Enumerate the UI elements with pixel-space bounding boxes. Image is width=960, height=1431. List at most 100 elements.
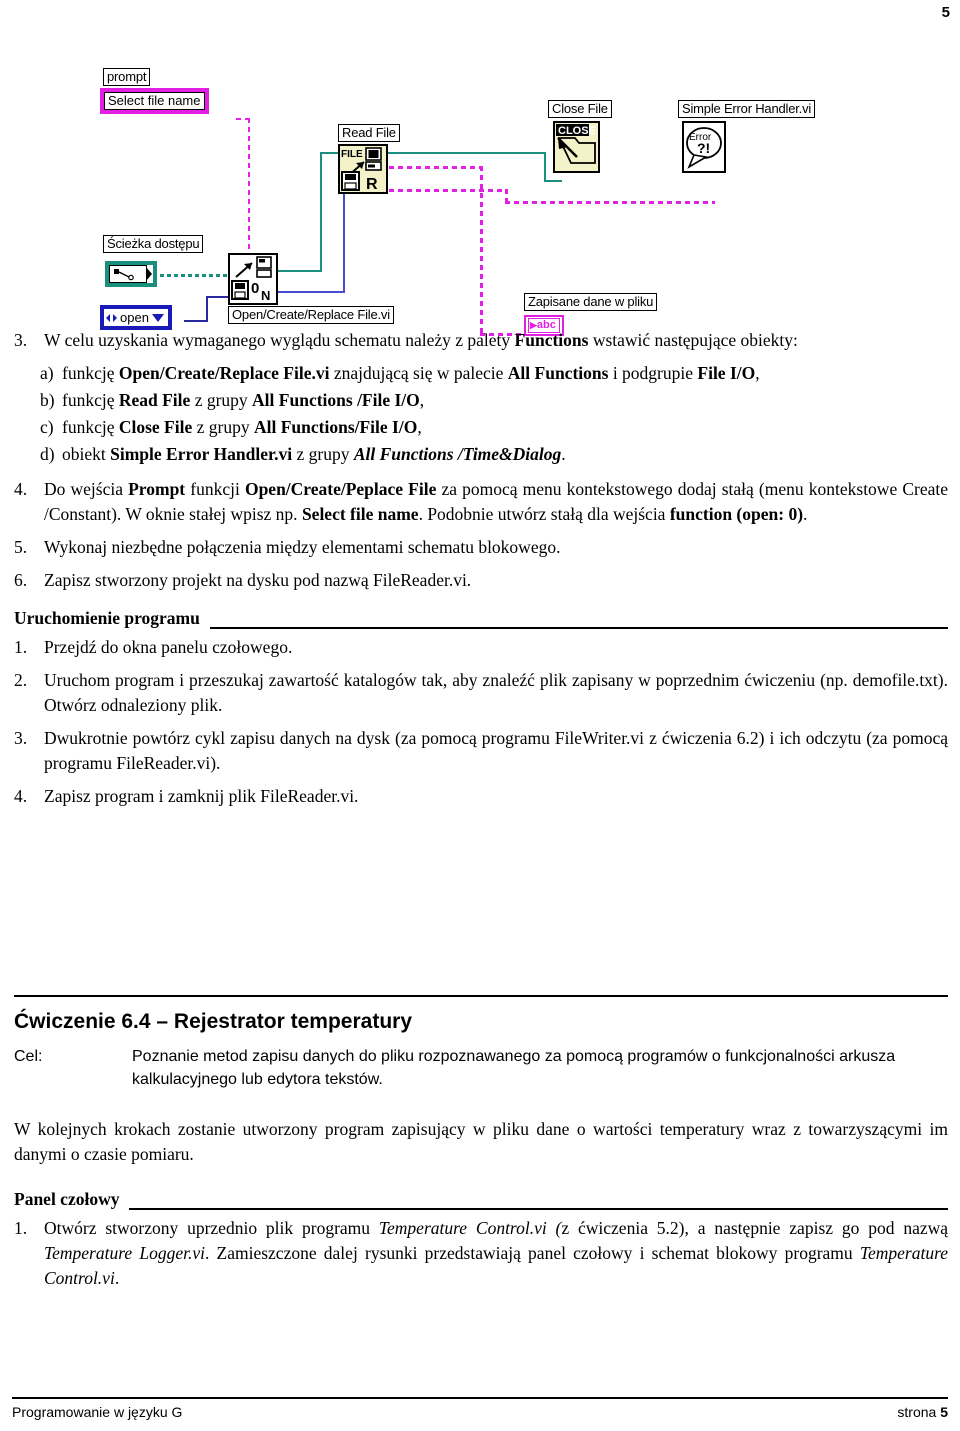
wire-error-h3 bbox=[505, 201, 715, 204]
node-close-file-vi[interactable]: CLOSE bbox=[553, 121, 600, 173]
item3d-p4: . bbox=[561, 444, 566, 464]
list-item-5: 5. Wykonaj niezbędne połączenia między e… bbox=[14, 535, 948, 560]
read-file-label-text: Read File bbox=[338, 124, 400, 142]
item4-t2: funkcji bbox=[185, 479, 245, 499]
list-item-3b-number: b) bbox=[40, 390, 55, 410]
list-item-5-number: 5. bbox=[14, 537, 28, 557]
item3c-b2: All Functions/File I/O bbox=[253, 417, 418, 437]
panel-t1: Otwórz stworzony uprzednio plik programu bbox=[44, 1218, 379, 1238]
item3-lead-a: W celu uzyskania wymaganego wyglądu sche… bbox=[44, 330, 515, 350]
list-item-5-text: Wykonaj niezbędne połączenia między elem… bbox=[44, 537, 561, 557]
item3b-b1: Read File bbox=[118, 390, 191, 410]
svg-text:FILE: FILE bbox=[341, 149, 363, 160]
section-heading-panel-text: Panel czołowy bbox=[14, 1189, 120, 1209]
section-heading-uruchomienie-rule bbox=[209, 615, 948, 629]
list-item-3-number: 3. bbox=[14, 330, 28, 350]
node-read-file-vi[interactable]: FILE R bbox=[338, 144, 388, 194]
item3b-p4: , bbox=[419, 390, 425, 410]
wire-refnum-h4 bbox=[544, 180, 562, 182]
open-enum-text: open bbox=[120, 310, 149, 325]
close-file-glyph: CLOSE bbox=[556, 124, 596, 164]
item3d-i2: All Functions /Time&Dialog bbox=[353, 444, 562, 464]
node-simple-error-handler-vi[interactable]: Error ?! bbox=[682, 121, 726, 173]
simple-error-handler-label-text: Simple Error Handler.vi bbox=[678, 100, 816, 118]
uruchomienie-item-4: 4. Zapisz program i zamknij plik FileRea… bbox=[14, 784, 948, 809]
item3d-p1: obiekt bbox=[62, 444, 111, 464]
item4-b4: function (open: 0) bbox=[669, 504, 804, 524]
footer-rule bbox=[12, 1397, 948, 1399]
list-item-3c-text: funkcję Close File z grupy All Functions… bbox=[62, 415, 948, 440]
list-item-6: 6. Zapisz stworzony projekt na dysku pod… bbox=[14, 568, 948, 593]
list-item-3d: d) obiekt Simple Error Handler.vi z grup… bbox=[40, 442, 948, 467]
wire-prompt-vertical bbox=[248, 118, 250, 270]
exercise-title: Ćwiczenie 6.4 – Rejestrator temperatury bbox=[14, 1010, 412, 1033]
exercise-top-rule bbox=[14, 995, 948, 997]
node-open-create-replace-vi[interactable]: 0 N bbox=[228, 253, 278, 305]
labview-block-diagram: prompt Select file name Ścieżka dostępu bbox=[0, 48, 960, 336]
list-item-3a: a) funkcję Open/Create/Replace File.vi z… bbox=[40, 361, 948, 386]
list-item-3b: b) funkcję Read File z grupy All Functio… bbox=[40, 388, 948, 413]
node-path-terminal[interactable] bbox=[105, 261, 157, 287]
close-file-icon: CLOSE bbox=[553, 121, 600, 173]
item3d-b1: Simple Error Handler.vi bbox=[110, 444, 293, 464]
list-item-6-number: 6. bbox=[14, 570, 28, 590]
uruchomienie-item-3-number: 3. bbox=[14, 728, 28, 748]
list-item-3c-number: c) bbox=[40, 417, 54, 437]
list-item-3c: c) funkcję Close File z grupy All Functi… bbox=[40, 415, 948, 440]
item3a-p2: znajdującą się w palecie bbox=[329, 363, 508, 383]
exercise-goal-row: Cel: Poznanie metod zapisu danych do pli… bbox=[14, 1045, 948, 1091]
panel-block: Panel czołowy 1. Otwórz stworzony uprzed… bbox=[14, 1188, 948, 1299]
footer-left-text: Programowanie w języku G bbox=[12, 1404, 183, 1420]
svg-text:N: N bbox=[261, 288, 270, 303]
section-heading-uruchomienie-text: Uruchomienie programu bbox=[14, 608, 200, 628]
item3a-p1: funkcję bbox=[62, 363, 119, 383]
list-item-4-number: 4. bbox=[14, 479, 28, 499]
svg-text:CLOSE: CLOSE bbox=[558, 125, 596, 137]
list-item-3d-text: obiekt Simple Error Handler.vi z grupy A… bbox=[62, 442, 948, 467]
panel-item-1: 1. Otwórz stworzony uprzednio plik progr… bbox=[14, 1216, 948, 1291]
section-heading-uruchomienie: Uruchomienie programu bbox=[14, 607, 948, 629]
chevron-down-icon[interactable] bbox=[151, 313, 164, 322]
select-file-name-text: Select file name bbox=[104, 92, 205, 110]
left-right-arrows-icon bbox=[106, 313, 117, 322]
wire-blue-v1 bbox=[343, 182, 345, 292]
open-create-replace-label-text: Open/Create/Replace File.vi bbox=[228, 306, 394, 324]
node-path-label: Ścieżka dostępu bbox=[103, 235, 204, 253]
item3a-p4: , bbox=[755, 363, 760, 383]
node-open-enum-constant[interactable]: open bbox=[100, 305, 172, 330]
exercise-goal-text: Poznanie metod zapisu danych do pliku ro… bbox=[132, 1048, 896, 1088]
item3b-p1: funkcję bbox=[62, 390, 119, 410]
wire-refnum-v1 bbox=[320, 152, 322, 272]
panel-t3: . Zamieszczone dalej rysunki przedstawia… bbox=[204, 1243, 860, 1263]
node-read-file-label: Read File bbox=[338, 124, 400, 142]
open-create-replace-icon: 0 N bbox=[228, 253, 278, 305]
wire-refnum-h3 bbox=[386, 152, 546, 154]
uruchomienie-item-4-text: Zapisz program i zamknij plik FileReader… bbox=[44, 786, 359, 806]
wire-open-seg-h1 bbox=[184, 320, 208, 322]
svg-text:?!: ?! bbox=[697, 140, 710, 156]
footer-right: strona 5 bbox=[897, 1404, 948, 1420]
section-heading-panel-rule bbox=[129, 1196, 948, 1210]
item3c-p2: z grupy bbox=[192, 417, 254, 437]
node-prompt-label: prompt bbox=[103, 68, 151, 86]
uruchomienie-item-2-text: Uruchom program i przeszukaj zawartość k… bbox=[44, 670, 948, 715]
uruchomienie-item-2: 2. Uruchom program i przeszukaj zawartoś… bbox=[14, 668, 948, 718]
footer-page-number: 5 bbox=[940, 1404, 948, 1420]
saved-data-label-text: Zapisane dane w pliku bbox=[524, 293, 658, 311]
prompt-label-text: prompt bbox=[103, 68, 151, 86]
item3c-p4: , bbox=[417, 417, 422, 437]
close-file-label-text: Close File bbox=[548, 100, 612, 118]
path-label-text: Ścieżka dostępu bbox=[103, 235, 204, 253]
uruchomienie-item-2-number: 2. bbox=[14, 670, 28, 690]
item3-lead-b: Functions bbox=[514, 330, 589, 350]
svg-text:R: R bbox=[366, 176, 378, 192]
uruchomienie-item-1-number: 1. bbox=[14, 637, 28, 657]
panel-item-1-number: 1. bbox=[14, 1218, 28, 1238]
list-item-4: 4. Do wejścia Prompt funkcji Open/Create… bbox=[14, 477, 948, 527]
item3b-b2: All Functions /File I/O bbox=[252, 390, 420, 410]
uruchomienie-item-3-text: Dwukrotnie powtórz cykl zapisu danych na… bbox=[44, 728, 948, 773]
node-select-file-name-constant[interactable]: Select file name bbox=[100, 88, 209, 114]
item3a-b1: Open/Create/Replace File.vi bbox=[118, 363, 330, 383]
list-item-3d-number: d) bbox=[40, 444, 55, 464]
open-create-replace-glyph: 0 N bbox=[231, 256, 272, 303]
